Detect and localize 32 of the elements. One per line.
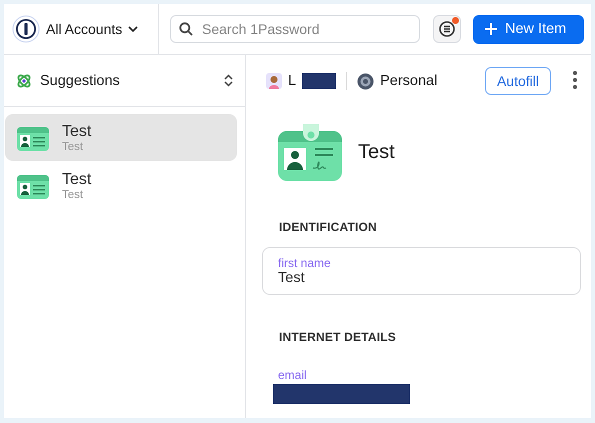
activity-button[interactable] [433, 15, 461, 43]
list-item[interactable]: Test Test [5, 162, 237, 209]
section-heading: IDENTIFICATION [279, 220, 378, 234]
account-name: L [288, 73, 296, 89]
search-field[interactable]: Search 1Password [170, 15, 420, 43]
item-title: Test [62, 170, 92, 188]
vault-name: Personal [380, 73, 438, 89]
item-subtitle: Test [62, 140, 84, 152]
field-label: email [278, 368, 308, 382]
plus-icon [485, 23, 497, 35]
suggestions-icon [16, 72, 32, 88]
avatar-icon [266, 73, 282, 89]
item-title: Test [62, 122, 92, 140]
suggestions-dropdown[interactable]: Suggestions [4, 55, 245, 107]
list-icon [439, 21, 455, 37]
id-card-icon [278, 124, 342, 180]
autofill-button[interactable]: Autofill [484, 67, 551, 95]
vault-icon [357, 72, 374, 90]
id-card-icon [17, 172, 49, 198]
item-subtitle: Test [62, 188, 84, 200]
field-label: first name [278, 256, 332, 270]
search-icon [179, 22, 193, 36]
field-value[interactable]: Test [278, 270, 565, 286]
new-item-button[interactable]: New Item [473, 14, 584, 44]
account-menu[interactable]: All Accounts [4, 4, 159, 54]
chevron-down-icon [128, 26, 138, 32]
section-heading: INTERNET DETAILS [279, 330, 397, 344]
item-title: Test [358, 140, 395, 164]
sort-icon [224, 74, 233, 87]
logo-icon [12, 15, 40, 43]
id-card-icon [17, 124, 49, 150]
list-item[interactable]: Test Test [5, 114, 237, 161]
